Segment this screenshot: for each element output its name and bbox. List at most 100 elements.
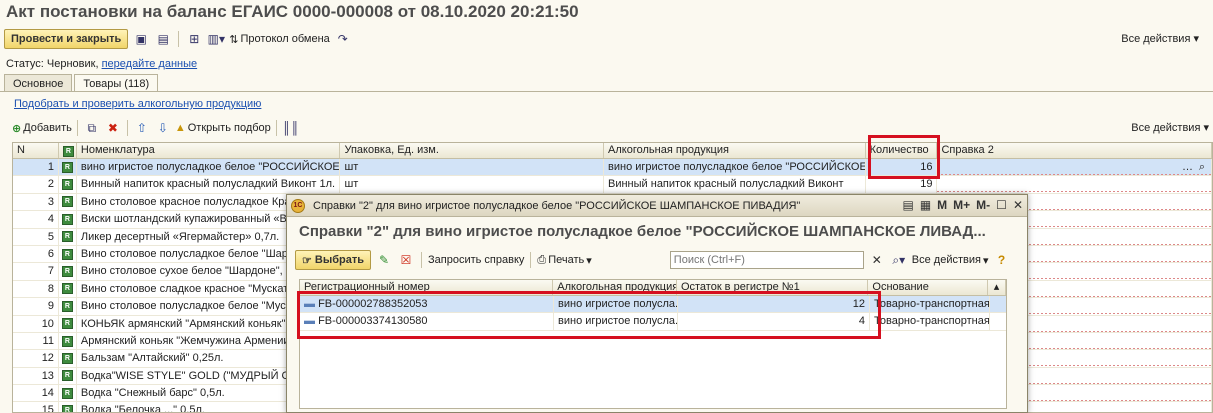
cell-icon[interactable]: R [59, 211, 77, 228]
help-icon[interactable]: ? [993, 251, 1011, 269]
copy-icon[interactable]: ⧉ [83, 119, 101, 137]
cell-n[interactable]: 15 [13, 402, 59, 412]
col-basis[interactable]: Основание [868, 280, 989, 295]
select-label: Выбрать [314, 254, 364, 266]
cell-basis[interactable]: Товарно-транспортная... [870, 296, 990, 313]
cell-alcohol[interactable]: Винный напиток красный полусладкий Викон… [604, 176, 866, 193]
memory-plus-button[interactable]: M+ [953, 198, 970, 212]
close-icon[interactable]: ✕ [1013, 198, 1023, 212]
cell-n[interactable]: 12 [13, 350, 59, 367]
cell-n[interactable]: 8 [13, 280, 59, 298]
col-nomenclature[interactable]: Номенклатура [77, 143, 341, 158]
col-alcohol[interactable]: Алкогольная продукция [604, 143, 866, 158]
scroll-up-icon[interactable]: ▴ [988, 280, 1006, 295]
tabs: Основное Товары (118) [4, 74, 159, 92]
calendar-icon[interactable]: ▦ [920, 198, 931, 212]
report-icon[interactable]: ▥▾ [207, 30, 225, 48]
cell-icon[interactable]: R [59, 385, 77, 402]
cell-n[interactable]: 13 [13, 367, 59, 385]
post-icon[interactable]: ▤ [154, 30, 172, 48]
search-icon[interactable]: ⌕▾ [890, 251, 908, 269]
all-actions-goods-button[interactable]: Все действия ▾ [1131, 121, 1209, 134]
cell-icon[interactable]: R [59, 332, 77, 350]
cell-nomenclature[interactable]: вино игристое полусладкое белое "РОССИЙС… [77, 159, 341, 176]
structure-icon[interactable]: ⊞ [185, 30, 203, 48]
all-actions-label: Все действия [1121, 33, 1191, 45]
delete-icon[interactable]: ✖ [104, 119, 122, 137]
cell-n[interactable]: 4 [13, 211, 59, 228]
cell-icon[interactable]: R [59, 263, 77, 280]
cell-n[interactable]: 11 [13, 332, 59, 350]
dialog-all-actions-label: Все действия [911, 254, 981, 266]
open-selection-button[interactable]: ▲ Открыть подбор [175, 122, 271, 134]
barcode-icon[interactable]: ║║ [282, 119, 300, 137]
cell-n[interactable]: 7 [13, 263, 59, 280]
cell-package[interactable]: шт [340, 159, 604, 176]
select-icon: ☞ [302, 254, 312, 267]
cell-alcohol[interactable]: вино игристое полусладкое белое "РОССИЙС… [604, 159, 866, 176]
col-certificate[interactable]: Справка 2 [937, 143, 1212, 158]
table-row[interactable]: 1 Rвино игристое полусладкое белое "РОССИ… [13, 159, 1212, 177]
separator [76, 120, 78, 136]
cell-icon[interactable]: R [59, 280, 77, 298]
tab-goods[interactable]: Товары (118) [74, 74, 159, 92]
col-n[interactable]: N [13, 143, 59, 158]
protocol-icon: ⇅ [229, 33, 239, 46]
maximize-icon[interactable]: ☐ [996, 198, 1007, 212]
cell-icon[interactable]: R [59, 402, 77, 412]
select-check-link[interactable]: Подобрать и проверить алкогольную продук… [14, 98, 261, 110]
row-type-icon: R [61, 161, 73, 173]
print-button[interactable]: ⎙ Печать ▾ [537, 254, 591, 267]
all-actions-button[interactable]: Все действия ▾ [1121, 32, 1199, 45]
memory-m-button[interactable]: M [937, 198, 947, 212]
cell-icon[interactable]: R [59, 315, 77, 332]
cell-package[interactable]: шт [340, 176, 604, 193]
cell-certificate[interactable]: … ⌕ [937, 159, 1212, 176]
cell-n[interactable]: 9 [13, 298, 59, 315]
move-down-icon[interactable]: ⇩ [154, 119, 172, 137]
cell-icon[interactable]: R [59, 350, 77, 367]
cell-n[interactable]: 2 [13, 176, 59, 193]
search-icon[interactable]: ⌕ [1199, 159, 1205, 175]
print-label: Печать [548, 254, 585, 266]
cell-icon[interactable]: R [59, 228, 77, 245]
cell-n[interactable]: 10 [13, 315, 59, 332]
redo-icon[interactable]: ↷ [334, 30, 352, 48]
post-close-button[interactable]: Провести и закрыть [4, 29, 129, 49]
delete-icon[interactable]: ☒ [397, 251, 415, 269]
send-data-link[interactable]: передайте данные [102, 58, 198, 70]
clear-search-icon[interactable]: ✕ [868, 251, 886, 269]
print-icon[interactable]: ▤ [902, 198, 913, 212]
add-button[interactable]: ⊕ Добавить [12, 122, 72, 135]
cell-n[interactable]: 3 [13, 193, 59, 211]
move-up-icon[interactable]: ⇧ [133, 119, 151, 137]
request-certificate-button[interactable]: Запросить справку [428, 254, 524, 266]
col-package[interactable]: Упаковка, Ед. изм. [340, 143, 605, 158]
search-input[interactable] [669, 251, 864, 269]
cell-n[interactable]: 1 [13, 159, 59, 176]
exchange-protocol-label: Протокол обмена [240, 33, 330, 45]
memory-minus-button[interactable]: M- [976, 198, 990, 212]
save-icon[interactable]: ▣ [132, 30, 150, 48]
cell-n[interactable]: 5 [13, 228, 59, 245]
cell-icon[interactable]: R [59, 245, 77, 263]
select-button[interactable]: ☞ Выбрать [295, 250, 371, 270]
cell-basis[interactable]: Товарно-транспортная... [870, 313, 990, 330]
exchange-protocol-button[interactable]: ⇅ Протокол обмена [229, 33, 330, 46]
edit-icon[interactable]: ✎ [375, 251, 393, 269]
cell-n[interactable]: 6 [13, 245, 59, 263]
cell-icon[interactable]: R [59, 193, 77, 211]
tab-main[interactable]: Основное [4, 74, 73, 92]
dialog-all-actions-button[interactable]: Все действия ▾ [912, 254, 989, 267]
separator [530, 252, 532, 268]
cell-icon[interactable]: R [59, 367, 77, 385]
choice-icon[interactable]: … [1182, 159, 1193, 175]
cell-nomenclature[interactable]: Винный напиток красный полусладкий Викон… [77, 176, 341, 193]
dialog-titlebar[interactable]: 1С Справки "2" для вино игристое полусла… [287, 195, 1027, 217]
cell-certificate[interactable] [937, 176, 1212, 193]
cell-icon[interactable]: R [59, 176, 77, 193]
cell-n[interactable]: 14 [13, 385, 59, 402]
cell-icon[interactable]: R [59, 159, 77, 176]
cell-icon[interactable]: R [59, 298, 77, 315]
table-row[interactable]: 2 R Винный напиток красный полусладкий Вик… [13, 176, 1212, 194]
